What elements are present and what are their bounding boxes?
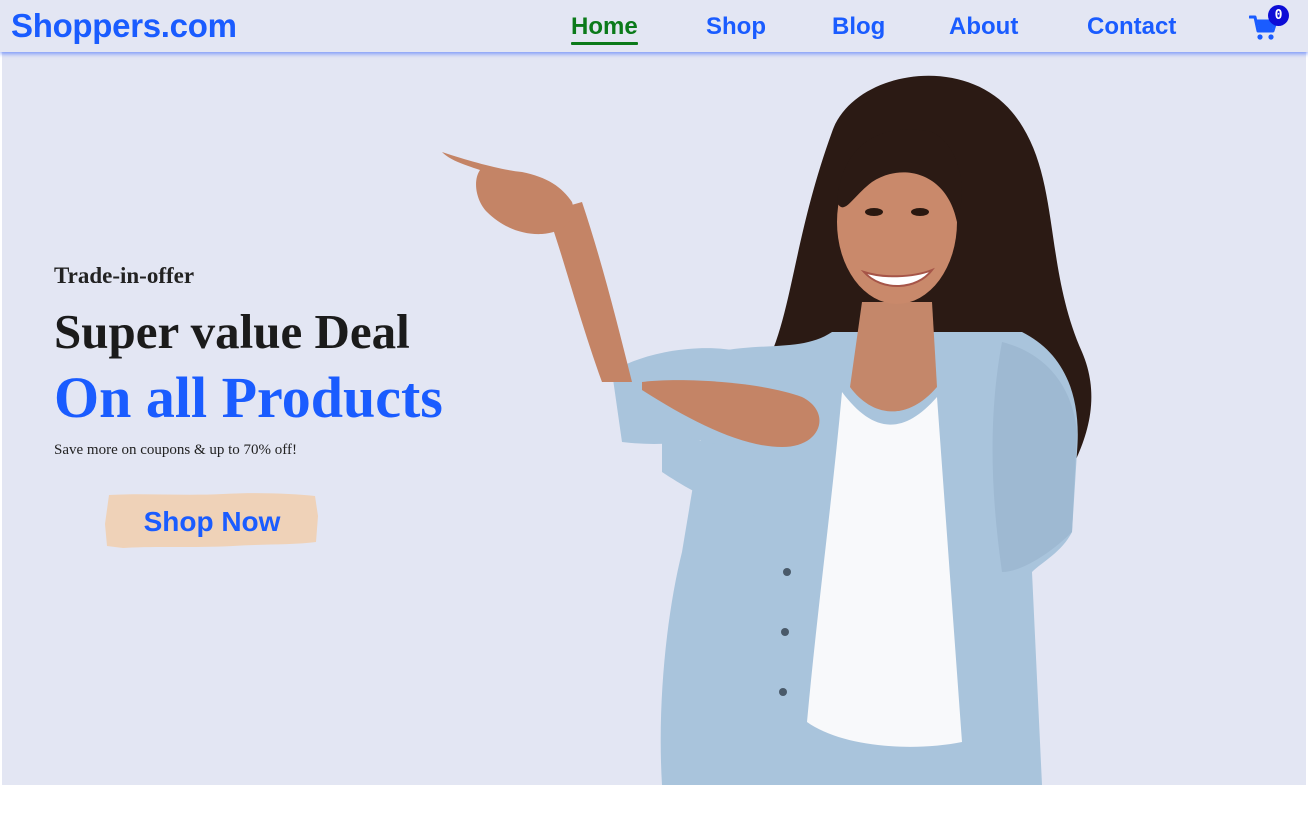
shop-now-button[interactable]: Shop Now bbox=[103, 490, 321, 556]
hero-banner: Trade-in-offer Super value Deal On all P… bbox=[2, 52, 1306, 785]
nav-link-contact[interactable]: Contact bbox=[1087, 12, 1176, 42]
hero-headline: Super value Deal bbox=[54, 304, 410, 359]
nav-link-shop[interactable]: Shop bbox=[706, 12, 766, 42]
offer-label: Trade-in-offer bbox=[54, 263, 195, 288]
shop-now-label: Shop Now bbox=[143, 506, 281, 537]
navbar: Shoppers.com Home Shop Blog About Contac… bbox=[0, 0, 1308, 52]
main-nav: Home Shop Blog About Contact bbox=[0, 0, 1308, 52]
hero-subheadline: On all Products bbox=[54, 365, 443, 430]
active-nav-indicator bbox=[571, 42, 638, 45]
cart-button[interactable]: 0 bbox=[1249, 5, 1289, 42]
nav-link-home[interactable]: Home bbox=[571, 12, 638, 42]
nav-link-about[interactable]: About bbox=[949, 12, 1018, 42]
hero-tagline: Save more on coupons & up to 70% off! bbox=[54, 442, 298, 458]
nav-link-blog[interactable]: Blog bbox=[832, 12, 885, 42]
cart-count-badge: 0 bbox=[1268, 5, 1289, 26]
